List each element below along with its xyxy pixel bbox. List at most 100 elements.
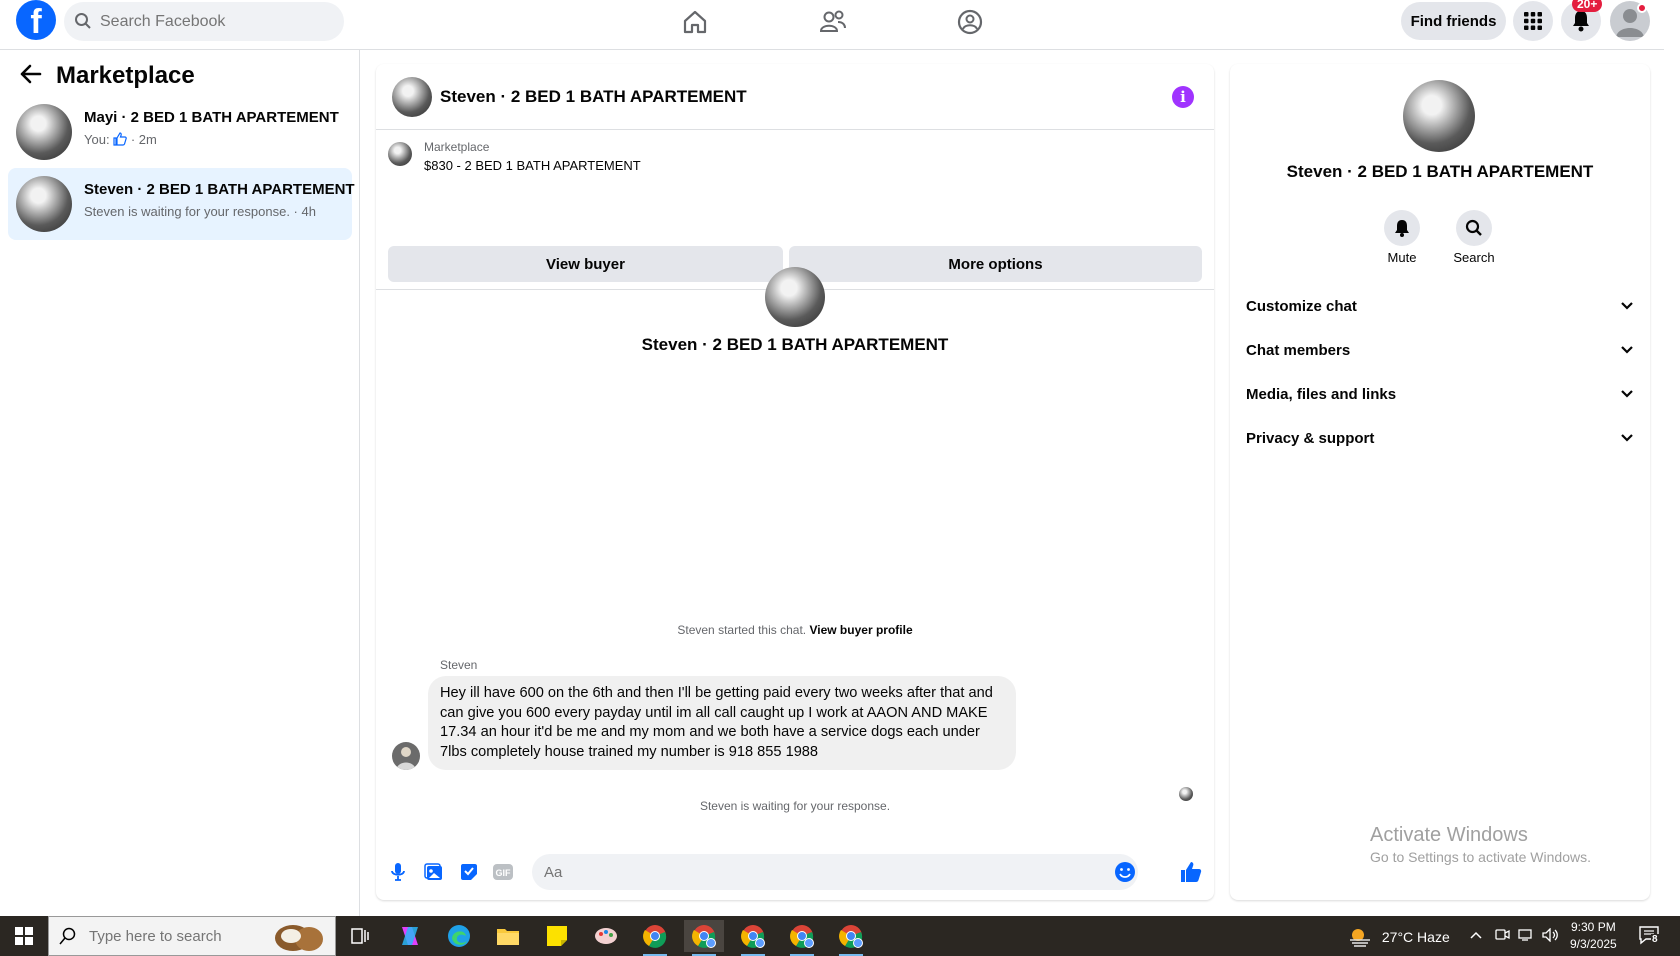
taskbar-search[interactable] — [48, 916, 336, 956]
bell-icon — [1384, 210, 1420, 246]
show-hidden-icons-chevron-icon[interactable] — [1470, 928, 1482, 943]
chrome-profile-4-icon[interactable] — [782, 920, 822, 956]
thumbs-up-icon — [113, 132, 131, 147]
chrome-profile-2-icon[interactable] — [684, 920, 724, 956]
listing-label: Marketplace — [424, 140, 490, 154]
clock-date: 9/3/2025 — [1570, 937, 1617, 951]
info-icon[interactable]: i — [1172, 86, 1194, 108]
message-composer: GIF — [376, 844, 1214, 900]
chat-title[interactable]: Steven · 2 BED 1 BATH APARTEMENT — [440, 87, 747, 107]
facebook-logo-icon[interactable]: f — [16, 0, 56, 41]
section-label: Media, files and links — [1246, 385, 1397, 403]
file-explorer-icon[interactable] — [488, 920, 528, 952]
windows-taskbar: 27°C Haze 9:30 PM 9/3/2025 8 — [0, 916, 1680, 956]
chat-header: Steven · 2 BED 1 BATH APARTEMENT i — [376, 64, 1214, 130]
microphone-icon[interactable] — [386, 860, 410, 884]
search-icon — [1456, 210, 1492, 246]
sidebar-title: Marketplace — [56, 62, 195, 89]
chat-center-name: Steven · 2 BED 1 BATH APARTEMENT — [641, 335, 949, 354]
chrome-browser-icon[interactable] — [635, 920, 675, 956]
friends-icon[interactable] — [813, 6, 853, 38]
details-avatar[interactable] — [1403, 80, 1475, 152]
sticky-notes-icon[interactable] — [537, 920, 577, 952]
section-label: Privacy & support — [1246, 429, 1375, 447]
chat-header-avatar[interactable] — [392, 77, 432, 117]
chat-details-panel: Steven · 2 BED 1 BATH APARTEMENT Mute Se… — [1230, 64, 1650, 900]
system-clock[interactable]: 9:30 PM 9/3/2025 — [1570, 919, 1617, 953]
listing-thumbnail[interactable] — [388, 142, 412, 166]
message-bubble[interactable]: Hey ill have 600 on the 6th and then I'l… — [428, 676, 1016, 770]
chevron-down-icon — [1620, 430, 1634, 447]
volume-icon[interactable] — [1542, 927, 1560, 945]
search-label: Search — [1453, 250, 1495, 265]
menu-grid-icon[interactable] — [1513, 1, 1553, 41]
taskbar-search-input[interactable] — [89, 917, 269, 955]
sidebar-header: Marketplace — [20, 62, 195, 90]
conversation-avatar — [16, 104, 72, 160]
notification-count: 8 — [1651, 934, 1659, 945]
view-buyer-profile-link[interactable]: View buyer profile — [809, 623, 912, 637]
conversation-preview: You: · 2m — [84, 132, 157, 147]
find-friends-button[interactable]: Find friends — [1401, 2, 1506, 40]
photo-attach-icon[interactable] — [422, 860, 446, 884]
search-icon — [59, 927, 77, 950]
chat-panel: Steven · 2 BED 1 BATH APARTEMENT i Marke… — [376, 64, 1214, 900]
emoji-icon[interactable] — [1114, 861, 1136, 888]
view-buyer-button[interactable]: View buyer — [388, 246, 783, 282]
search-in-chat-button[interactable]: Search — [1444, 210, 1504, 265]
weather-widget[interactable]: 27°C Haze — [1348, 927, 1450, 947]
chevron-down-icon — [1620, 342, 1634, 359]
conversation-avatar — [16, 176, 72, 232]
clock-time: 9:30 PM — [1571, 920, 1616, 934]
section-label: Customize chat — [1246, 297, 1357, 315]
mute-button[interactable]: Mute — [1372, 210, 1432, 265]
privacy-support-row[interactable]: Privacy & support — [1246, 418, 1634, 458]
listing-price-title[interactable]: $830 - 2 BED 1 BATH APARTEMENT — [424, 158, 641, 173]
haze-weather-icon — [1348, 929, 1376, 947]
message-input-box[interactable] — [532, 854, 1138, 890]
chrome-profile-3-icon[interactable] — [733, 920, 773, 956]
sticker-icon[interactable] — [457, 860, 481, 884]
search-bar[interactable] — [64, 2, 344, 41]
top-bar: f Find friends 20+ — [0, 0, 1680, 50]
activate-windows-watermark: Activate Windows Go to Settings to activ… — [1370, 824, 1591, 865]
meet-now-icon[interactable] — [1494, 928, 1510, 945]
copilot-icon[interactable] — [390, 920, 430, 952]
details-name: Steven · 2 BED 1 BATH APARTEMENT — [1286, 162, 1594, 181]
chat-center-avatar — [765, 267, 825, 327]
chrome-profile-5-icon[interactable] — [831, 920, 871, 956]
notification-count-badge: 20+ — [1572, 0, 1603, 12]
home-icon[interactable] — [675, 6, 715, 38]
chat-members-row[interactable]: Chat members — [1246, 330, 1634, 370]
chevron-down-icon — [1620, 386, 1634, 403]
conversation-name: Steven · 2 BED 1 BATH APARTEMENT — [84, 181, 355, 198]
message-input[interactable] — [544, 854, 1104, 890]
more-options-button[interactable]: More options — [789, 246, 1202, 282]
page-scrollbar[interactable] — [1664, 0, 1680, 916]
windows-start-icon[interactable] — [4, 920, 44, 952]
conversation-name: Mayi · 2 BED 1 BATH APARTEMENT — [84, 109, 339, 126]
conversation-preview: Steven is waiting for your response. · 4… — [84, 204, 316, 219]
listing-banner: Marketplace $830 - 2 BED 1 BATH APARTEME… — [376, 130, 1214, 290]
gif-icon[interactable]: GIF — [491, 860, 515, 884]
edge-browser-icon[interactable] — [439, 920, 479, 952]
media-files-links-row[interactable]: Media, files and links — [1246, 374, 1634, 414]
profile-alert-dot — [1637, 3, 1647, 13]
customize-chat-row[interactable]: Customize chat — [1246, 286, 1634, 326]
search-icon — [74, 12, 92, 35]
action-center-icon[interactable]: 8 — [1638, 925, 1660, 948]
sender-avatar[interactable] — [392, 742, 420, 770]
weather-text: 27°C Haze — [1381, 929, 1450, 945]
thumbs-up-send-icon[interactable] — [1179, 860, 1203, 884]
mute-label: Mute — [1387, 250, 1417, 265]
paint-app-icon[interactable] — [586, 920, 626, 952]
search-input[interactable] — [100, 2, 330, 41]
conversation-item-steven[interactable]: Steven · 2 BED 1 BATH APARTEMENT Steven … — [8, 168, 355, 240]
conversation-item-mayi[interactable]: Mayi · 2 BED 1 BATH APARTEMENT You: · 2m — [8, 96, 352, 168]
network-icon[interactable] — [1518, 928, 1534, 945]
groups-icon[interactable] — [950, 6, 990, 38]
coconut-icon — [269, 919, 329, 956]
task-view-icon[interactable] — [340, 920, 380, 952]
back-arrow-icon[interactable] — [20, 64, 42, 89]
chevron-down-icon — [1620, 298, 1634, 315]
